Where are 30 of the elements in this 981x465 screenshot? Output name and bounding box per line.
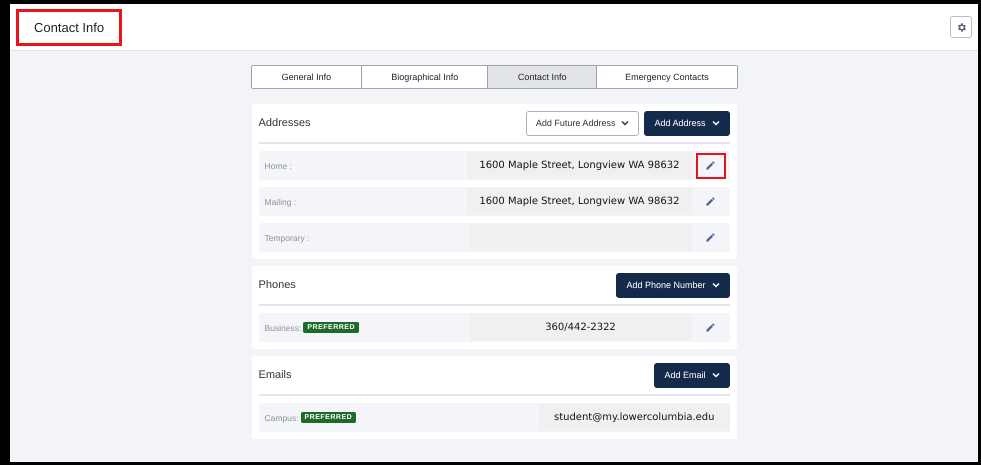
chevron-down-icon xyxy=(712,120,720,126)
dropdown-button[interactable]: Add Phone Number xyxy=(616,272,730,298)
dropdown-button[interactable]: Add Email xyxy=(654,362,730,388)
field-label: Temporary : xyxy=(264,232,310,242)
pencil-icon xyxy=(705,232,716,243)
field-label: Mailing : xyxy=(264,196,296,206)
value-field: 360/442-2322 xyxy=(470,314,692,341)
value-field: student@my.lowercolumbia.edu xyxy=(538,404,730,431)
settings-icon xyxy=(956,22,966,32)
chevron-down-icon xyxy=(712,372,720,378)
tab[interactable]: Contact Info xyxy=(487,66,596,88)
field-label: Business: xyxy=(264,322,302,332)
dropdown-button[interactable]: Add Future Address xyxy=(526,110,640,136)
value-field: 1600 Maple Street, Longview WA 98632 xyxy=(467,152,692,179)
field-label: Campus: xyxy=(264,412,299,422)
chevron-down-icon xyxy=(712,282,720,288)
pencil-icon xyxy=(705,196,716,207)
settings-button[interactable] xyxy=(950,16,972,38)
pencil-icon xyxy=(705,160,716,171)
field-label: Home : xyxy=(264,160,292,170)
page-title: Contact Info xyxy=(16,8,122,46)
section-title: Addresses xyxy=(258,117,310,129)
section-title: Emails xyxy=(258,369,292,381)
dropdown-button[interactable]: Add Address xyxy=(644,110,730,136)
pencil-icon xyxy=(705,322,716,333)
chevron-down-icon xyxy=(621,120,630,126)
edit-button[interactable] xyxy=(696,152,726,178)
value-field: 1600 Maple Street, Longview WA 98632 xyxy=(467,188,692,215)
tab[interactable]: Emergency Contacts xyxy=(596,66,736,88)
section-title: Phones xyxy=(258,279,296,291)
